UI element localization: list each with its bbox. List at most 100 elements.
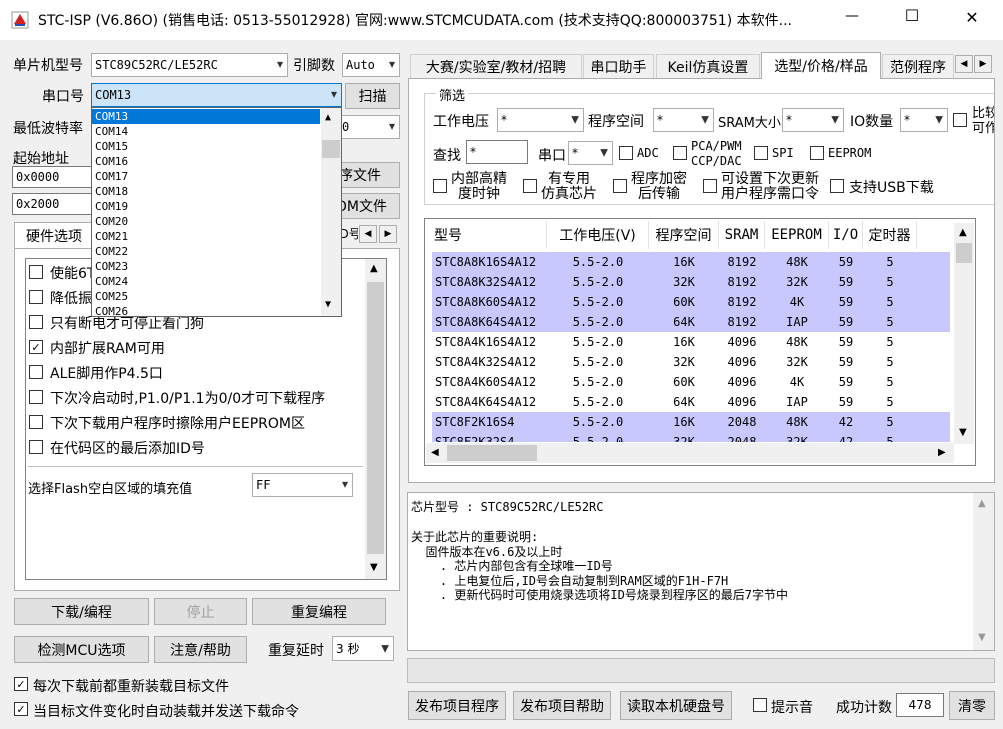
emulator-checkbox[interactable] xyxy=(523,179,537,193)
dropdown-item[interactable]: COM21 xyxy=(92,229,320,244)
option-checkbox[interactable]: ✓ xyxy=(29,340,43,354)
table-column-header[interactable]: EEPROM xyxy=(765,221,829,249)
help-button[interactable]: 注意/帮助 xyxy=(154,636,247,663)
comparator-checkbox[interactable] xyxy=(953,113,967,127)
option-checkbox[interactable] xyxy=(29,440,43,454)
option-checkbox[interactable] xyxy=(29,390,43,404)
spi-checkbox[interactable] xyxy=(754,146,768,160)
pca-pwm-checkbox[interactable] xyxy=(673,146,687,160)
read-disk-id-button[interactable]: 读取本机硬盘号 xyxy=(620,691,732,720)
usb-download-checkbox[interactable] xyxy=(830,179,844,193)
detect-mcu-button[interactable]: 检测MCU选项 xyxy=(14,636,149,663)
start-address-input[interactable]: 0x0000 xyxy=(12,166,92,188)
table-row[interactable]: STC8A8K64S4A12 5.5-2.0 64K 8192 IAP 59 5 xyxy=(432,312,950,332)
dropdown-item[interactable]: COM20 xyxy=(92,214,320,229)
sram-size-select[interactable]: * ▼ xyxy=(782,108,844,132)
scroll-down-icon[interactable]: ▼ xyxy=(370,562,378,573)
dropdown-item[interactable]: COM14 xyxy=(92,124,320,139)
scroll-up-icon[interactable]: ▲ xyxy=(370,263,378,274)
flash-size-select[interactable]: * ▼ xyxy=(653,108,714,132)
eeprom-checkbox[interactable] xyxy=(810,146,824,160)
scroll-down-icon[interactable]: ▼ xyxy=(978,632,986,643)
tab-2[interactable]: Keil仿真设置 xyxy=(656,54,760,78)
table-row[interactable]: STC8A4K32S4A12 5.5-2.0 32K 4096 32K 59 5 xyxy=(432,352,950,372)
table-column-header[interactable]: 程序空间 xyxy=(649,221,719,249)
scroll-up-icon[interactable]: ▲ xyxy=(978,498,986,509)
clear-count-button[interactable]: 清零 xyxy=(949,691,995,720)
table-column-header[interactable]: 型号 xyxy=(426,221,547,249)
min-baud-select[interactable]: 0 ▼ xyxy=(336,115,400,139)
dropdown-item[interactable]: COM13 xyxy=(92,109,320,124)
open-eeprom-file-button[interactable]: OM文件 xyxy=(336,193,400,219)
info-scrollbar[interactable] xyxy=(973,493,994,650)
table-column-header[interactable]: 工作电压(V) xyxy=(547,221,649,249)
publish-help-button[interactable]: 发布项目帮助 xyxy=(513,691,611,720)
tab-3[interactable]: 选型/价格/样品 xyxy=(761,52,881,79)
table-row[interactable]: STC8A4K64S4A12 5.5-2.0 64K 4096 IAP 59 5 xyxy=(432,392,950,412)
search-input[interactable]: * xyxy=(466,140,528,164)
right-tab-scroll-right-icon[interactable]: ▶ xyxy=(974,55,992,73)
repeat-delay-select[interactable]: 3 秒 ▼ xyxy=(332,636,394,661)
dropdown-item[interactable]: COM23 xyxy=(92,259,320,274)
fill-value-select[interactable]: FF ▼ xyxy=(252,473,353,497)
encrypt-checkbox[interactable] xyxy=(613,179,627,193)
dropdown-item[interactable]: COM16 xyxy=(92,154,320,169)
table-column-header[interactable]: SRAM xyxy=(719,221,765,249)
success-count-input[interactable]: 478 xyxy=(896,693,944,717)
scroll-up-icon[interactable]: ▲ xyxy=(959,227,967,238)
dropdown-item[interactable]: COM18 xyxy=(92,184,320,199)
adc-checkbox[interactable] xyxy=(619,146,633,160)
download-program-button[interactable]: 下载/编程 xyxy=(14,598,149,625)
tab-1[interactable]: 串口助手 xyxy=(583,54,654,78)
dropdown-item[interactable]: COM25 xyxy=(92,289,320,304)
tab-hardware-options[interactable]: 硬件选项 xyxy=(14,222,94,249)
dropdown-item[interactable]: COM26 xyxy=(92,304,320,316)
scroll-left-icon[interactable]: ◀ xyxy=(431,447,439,458)
option-checkbox[interactable] xyxy=(29,290,43,304)
tab-scroll-left-icon[interactable]: ◀ xyxy=(359,225,377,243)
serial-count-select[interactable]: * ▼ xyxy=(568,141,613,165)
table-v-scrollbar-thumb[interactable] xyxy=(956,243,972,263)
stop-button[interactable]: 停止 xyxy=(154,598,247,625)
right-tab-scroll-left-icon[interactable]: ◀ xyxy=(955,55,973,73)
eeprom-address-input[interactable]: 0x2000 xyxy=(12,193,92,215)
scroll-down-icon[interactable]: ▼ xyxy=(325,299,331,310)
scroll-down-icon[interactable]: ▼ xyxy=(959,427,967,438)
table-row[interactable]: STC8A8K60S4A12 5.5-2.0 60K 8192 4K 59 5 xyxy=(432,292,950,312)
maximize-button[interactable]: ☐ xyxy=(892,6,932,30)
open-program-file-button[interactable]: 序文件 xyxy=(336,162,400,188)
dropdown-scrollbar-thumb[interactable] xyxy=(322,140,340,158)
auto-load-checkbox[interactable]: ✓ xyxy=(14,702,28,716)
scan-button[interactable]: 扫描 xyxy=(345,83,400,109)
table-column-header[interactable]: 定时器 xyxy=(863,221,917,249)
table-row[interactable]: STC8A4K60S4A12 5.5-2.0 60K 4096 4K 59 5 xyxy=(432,372,950,392)
table-row[interactable]: STC8A4K16S4A12 5.5-2.0 16K 4096 48K 59 5 xyxy=(432,332,950,352)
table-row[interactable]: STC8F2K16S4 5.5-2.0 16K 2048 48K 42 5 xyxy=(432,412,950,432)
scroll-right-icon[interactable]: ▶ xyxy=(938,447,946,458)
dropdown-item[interactable]: COM24 xyxy=(92,274,320,289)
pin-count-select[interactable]: Auto ▼ xyxy=(342,53,400,77)
scroll-up-icon[interactable]: ▲ xyxy=(325,112,331,123)
options-scrollbar-thumb[interactable] xyxy=(367,282,384,554)
voltage-select[interactable]: * ▼ xyxy=(497,108,584,132)
table-column-header[interactable]: I/O xyxy=(829,221,863,249)
tab-4[interactable]: 范例程序 xyxy=(882,54,954,78)
table-row[interactable]: STC8A8K32S4A12 5.5-2.0 32K 8192 32K 59 5 xyxy=(432,272,950,292)
option-checkbox[interactable] xyxy=(29,315,43,329)
table-row[interactable]: STC8A8K16S4A12 5.5-2.0 16K 8192 48K 59 5 xyxy=(432,252,950,272)
publish-program-button[interactable]: 发布项目程序 xyxy=(408,691,506,720)
io-count-select[interactable]: * ▼ xyxy=(900,108,948,132)
password-checkbox[interactable] xyxy=(703,179,717,193)
repeat-program-button[interactable]: 重复编程 xyxy=(252,598,386,625)
precise-clock-checkbox[interactable] xyxy=(433,179,447,193)
mcu-type-select[interactable]: STC89C52RC/LE52RC ▼ xyxy=(91,53,288,77)
table-h-scrollbar-thumb[interactable] xyxy=(447,445,537,461)
dropdown-item[interactable]: COM15 xyxy=(92,139,320,154)
dropdown-item[interactable]: COM22 xyxy=(92,244,320,259)
dropdown-item[interactable]: COM19 xyxy=(92,199,320,214)
option-checkbox[interactable] xyxy=(29,415,43,429)
table-row[interactable]: STC8F2K32S4 5.5-2.0 32K 2048 32K 42 5 xyxy=(432,432,950,442)
option-checkbox[interactable] xyxy=(29,265,43,279)
option-checkbox[interactable] xyxy=(29,365,43,379)
tab-0[interactable]: 大赛/实验室/教材/招聘 xyxy=(410,54,582,78)
